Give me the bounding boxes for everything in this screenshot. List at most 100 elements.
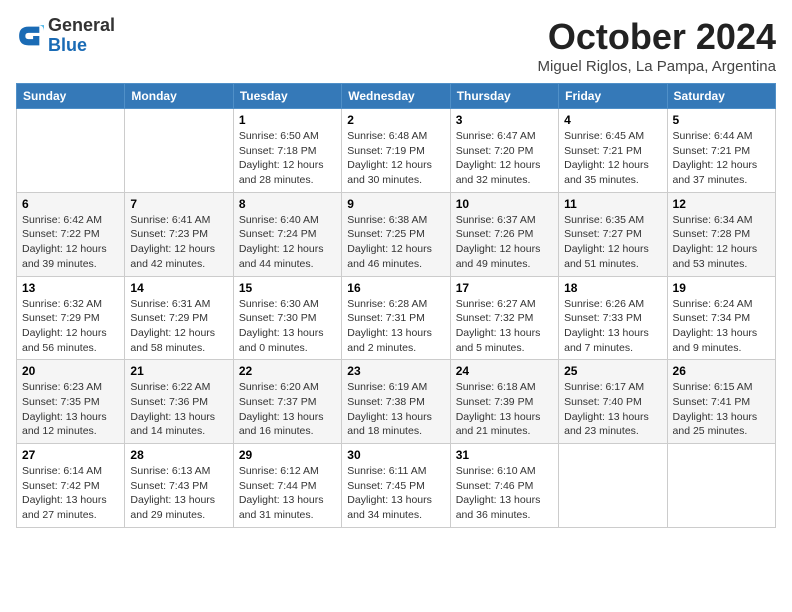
- calendar-cell: 7 Sunrise: 6:41 AM Sunset: 7:23 PM Daylig…: [125, 192, 233, 276]
- day-number: 15: [239, 281, 336, 295]
- calendar-cell: 31 Sunrise: 6:10 AM Sunset: 7:46 PM Dayli…: [450, 444, 558, 528]
- day-number: 28: [130, 448, 227, 462]
- day-number: 20: [22, 364, 119, 378]
- calendar-cell: [17, 109, 125, 193]
- calendar-cell: 14 Sunrise: 6:31 AM Sunset: 7:29 PM Dayli…: [125, 276, 233, 360]
- day-number: 14: [130, 281, 227, 295]
- day-number: 27: [22, 448, 119, 462]
- calendar-cell: 11 Sunrise: 6:35 AM Sunset: 7:27 PM Dayli…: [559, 192, 667, 276]
- day-info: Sunrise: 6:17 AM Sunset: 7:40 PM Dayligh…: [564, 380, 661, 439]
- day-info: Sunrise: 6:24 AM Sunset: 7:34 PM Dayligh…: [673, 297, 770, 356]
- day-number: 17: [456, 281, 553, 295]
- weekday-header-thursday: Thursday: [450, 84, 558, 109]
- calendar-cell: 22 Sunrise: 6:20 AM Sunset: 7:37 PM Dayli…: [233, 360, 341, 444]
- logo-blue: Blue: [48, 36, 115, 56]
- day-number: 29: [239, 448, 336, 462]
- calendar-cell: 9Sunrise: 6:38 AM Sunset: 7:25 PM Daylig…: [342, 192, 450, 276]
- day-info: Sunrise: 6:12 AM Sunset: 7:44 PM Dayligh…: [239, 464, 336, 523]
- day-info: Sunrise: 6:37 AM Sunset: 7:26 PM Dayligh…: [456, 213, 553, 272]
- day-number: 26: [673, 364, 770, 378]
- day-info: Sunrise: 6:26 AM Sunset: 7:33 PM Dayligh…: [564, 297, 661, 356]
- calendar-cell: 13Sunrise: 6:32 AM Sunset: 7:29 PM Dayli…: [17, 276, 125, 360]
- day-info: Sunrise: 6:18 AM Sunset: 7:39 PM Dayligh…: [456, 380, 553, 439]
- day-number: 16: [347, 281, 444, 295]
- logo: General Blue: [16, 16, 115, 56]
- logo-general: General: [48, 16, 115, 36]
- day-info: Sunrise: 6:40 AM Sunset: 7:24 PM Dayligh…: [239, 213, 336, 272]
- calendar-cell: 10 Sunrise: 6:37 AM Sunset: 7:26 PM Dayli…: [450, 192, 558, 276]
- weekday-header-friday: Friday: [559, 84, 667, 109]
- day-number: 11: [564, 197, 661, 211]
- day-number: 10: [456, 197, 553, 211]
- day-info: Sunrise: 6:19 AM Sunset: 7:38 PM Dayligh…: [347, 380, 444, 439]
- weekday-header-wednesday: Wednesday: [342, 84, 450, 109]
- calendar-week-5: 27 Sunrise: 6:14 AM Sunset: 7:42 PM Dayli…: [17, 444, 776, 528]
- calendar-cell: [559, 444, 667, 528]
- day-info: Sunrise: 6:10 AM Sunset: 7:46 PM Dayligh…: [456, 464, 553, 523]
- calendar-table: SundayMondayTuesdayWednesdayThursdayFrid…: [16, 83, 776, 528]
- day-info: Sunrise: 6:13 AM Sunset: 7:43 PM Dayligh…: [130, 464, 227, 523]
- month-title: October 2024: [538, 16, 776, 58]
- weekday-header-monday: Monday: [125, 84, 233, 109]
- logo-text: General Blue: [48, 16, 115, 56]
- day-number: 18: [564, 281, 661, 295]
- day-info: Sunrise: 6:22 AM Sunset: 7:36 PM Dayligh…: [130, 380, 227, 439]
- day-info: Sunrise: 6:35 AM Sunset: 7:27 PM Dayligh…: [564, 213, 661, 272]
- day-info: Sunrise: 6:41 AM Sunset: 7:23 PM Dayligh…: [130, 213, 227, 272]
- day-info: Sunrise: 6:31 AM Sunset: 7:29 PM Dayligh…: [130, 297, 227, 356]
- calendar-cell: 19Sunrise: 6:24 AM Sunset: 7:34 PM Dayli…: [667, 276, 775, 360]
- day-info: Sunrise: 6:32 AM Sunset: 7:29 PM Dayligh…: [22, 297, 119, 356]
- day-number: 6: [22, 197, 119, 211]
- day-number: 22: [239, 364, 336, 378]
- calendar-cell: 12Sunrise: 6:34 AM Sunset: 7:28 PM Dayli…: [667, 192, 775, 276]
- calendar-week-2: 6 Sunrise: 6:42 AM Sunset: 7:22 PM Daylig…: [17, 192, 776, 276]
- weekday-header-tuesday: Tuesday: [233, 84, 341, 109]
- calendar-cell: [125, 109, 233, 193]
- calendar-cell: 27 Sunrise: 6:14 AM Sunset: 7:42 PM Dayli…: [17, 444, 125, 528]
- logo-icon: [16, 22, 44, 50]
- day-number: 21: [130, 364, 227, 378]
- calendar-header-row: SundayMondayTuesdayWednesdayThursdayFrid…: [17, 84, 776, 109]
- day-number: 1: [239, 113, 336, 127]
- calendar-cell: 16 Sunrise: 6:28 AM Sunset: 7:31 PM Dayli…: [342, 276, 450, 360]
- day-number: 8: [239, 197, 336, 211]
- day-info: Sunrise: 6:14 AM Sunset: 7:42 PM Dayligh…: [22, 464, 119, 523]
- day-number: 25: [564, 364, 661, 378]
- calendar-cell: 18 Sunrise: 6:26 AM Sunset: 7:33 PM Dayli…: [559, 276, 667, 360]
- day-info: Sunrise: 6:28 AM Sunset: 7:31 PM Dayligh…: [347, 297, 444, 356]
- calendar-cell: 3 Sunrise: 6:47 AM Sunset: 7:20 PM Daylig…: [450, 109, 558, 193]
- day-number: 31: [456, 448, 553, 462]
- calendar-cell: 29 Sunrise: 6:12 AM Sunset: 7:44 PM Dayli…: [233, 444, 341, 528]
- calendar-cell: 24 Sunrise: 6:18 AM Sunset: 7:39 PM Dayli…: [450, 360, 558, 444]
- day-info: Sunrise: 6:47 AM Sunset: 7:20 PM Dayligh…: [456, 129, 553, 188]
- day-number: 5: [673, 113, 770, 127]
- day-number: 2: [347, 113, 444, 127]
- calendar-cell: 20Sunrise: 6:23 AM Sunset: 7:35 PM Dayli…: [17, 360, 125, 444]
- day-number: 4: [564, 113, 661, 127]
- day-info: Sunrise: 6:27 AM Sunset: 7:32 PM Dayligh…: [456, 297, 553, 356]
- weekday-header-sunday: Sunday: [17, 84, 125, 109]
- day-number: 7: [130, 197, 227, 211]
- location: Miguel Riglos, La Pampa, Argentina: [538, 58, 776, 75]
- calendar-cell: 21 Sunrise: 6:22 AM Sunset: 7:36 PM Dayli…: [125, 360, 233, 444]
- calendar-cell: 17 Sunrise: 6:27 AM Sunset: 7:32 PM Dayli…: [450, 276, 558, 360]
- weekday-header-saturday: Saturday: [667, 84, 775, 109]
- calendar-week-4: 20Sunrise: 6:23 AM Sunset: 7:35 PM Dayli…: [17, 360, 776, 444]
- day-info: Sunrise: 6:34 AM Sunset: 7:28 PM Dayligh…: [673, 213, 770, 272]
- day-info: Sunrise: 6:42 AM Sunset: 7:22 PM Dayligh…: [22, 213, 119, 272]
- calendar-cell: 1Sunrise: 6:50 AM Sunset: 7:18 PM Daylig…: [233, 109, 341, 193]
- calendar-cell: 28 Sunrise: 6:13 AM Sunset: 7:43 PM Dayli…: [125, 444, 233, 528]
- title-block: October 2024 Miguel Riglos, La Pampa, Ar…: [538, 16, 776, 75]
- day-number: 24: [456, 364, 553, 378]
- day-info: Sunrise: 6:30 AM Sunset: 7:30 PM Dayligh…: [239, 297, 336, 356]
- day-info: Sunrise: 6:15 AM Sunset: 7:41 PM Dayligh…: [673, 380, 770, 439]
- day-info: Sunrise: 6:20 AM Sunset: 7:37 PM Dayligh…: [239, 380, 336, 439]
- day-number: 30: [347, 448, 444, 462]
- day-number: 9: [347, 197, 444, 211]
- calendar-week-3: 13Sunrise: 6:32 AM Sunset: 7:29 PM Dayli…: [17, 276, 776, 360]
- day-number: 3: [456, 113, 553, 127]
- calendar-cell: 25 Sunrise: 6:17 AM Sunset: 7:40 PM Dayli…: [559, 360, 667, 444]
- day-info: Sunrise: 6:44 AM Sunset: 7:21 PM Dayligh…: [673, 129, 770, 188]
- calendar-cell: 4Sunrise: 6:45 AM Sunset: 7:21 PM Daylig…: [559, 109, 667, 193]
- calendar-cell: 15 Sunrise: 6:30 AM Sunset: 7:30 PM Dayli…: [233, 276, 341, 360]
